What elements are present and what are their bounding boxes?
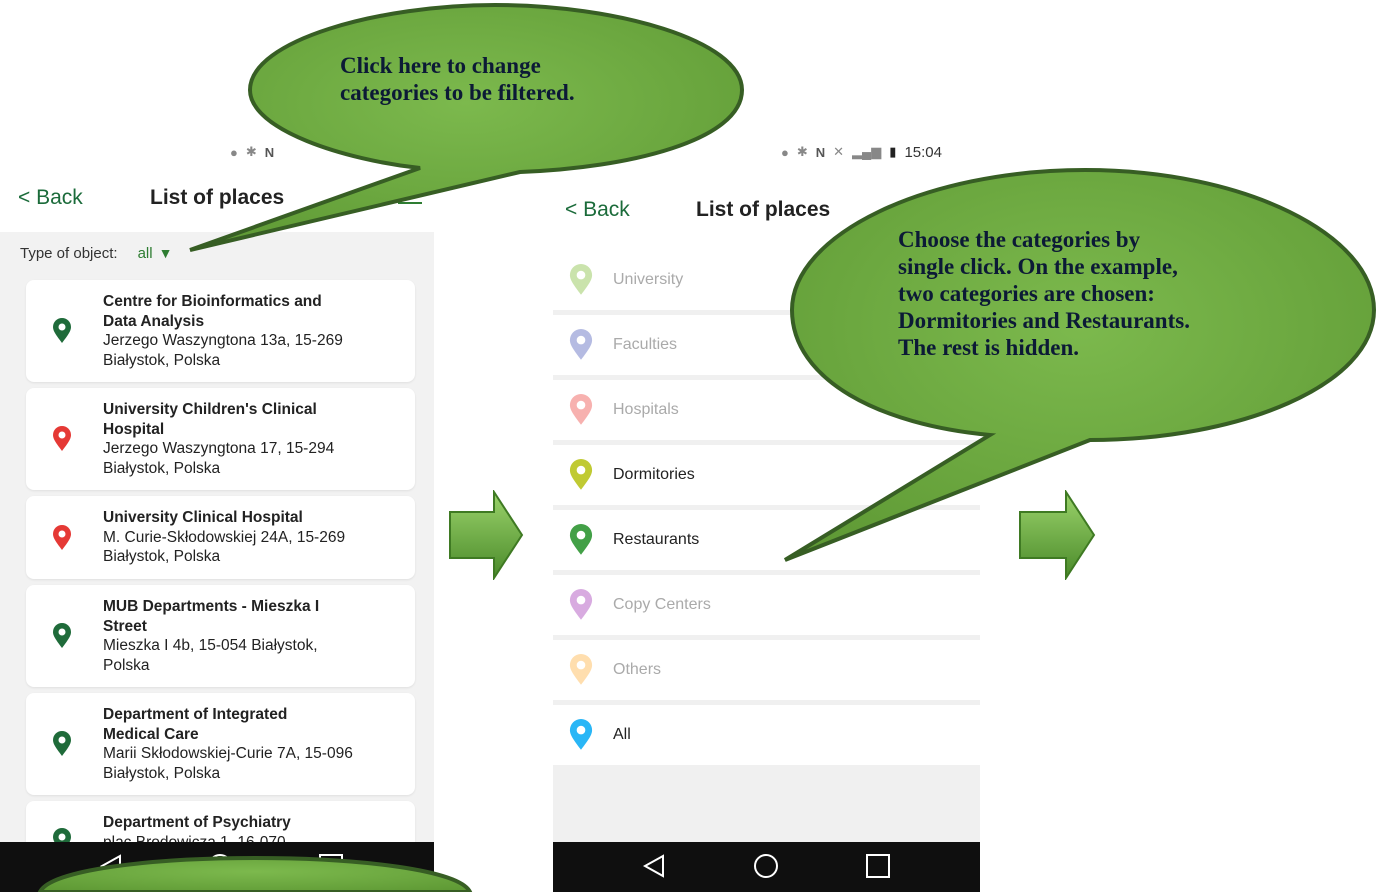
callout-line: Choose the categories by [898,227,1141,252]
callout-top-text: Click here to change categories to be fi… [340,52,575,106]
callout-line: Click here to change [340,53,541,78]
callout-bottom [37,855,473,892]
callout-line: single click. On the example, [898,254,1178,279]
callout-line: Dormitories and Restaurants. [898,308,1190,333]
callout-line: categories to be filtered. [340,80,575,105]
callout-right-text: Choose the categories by single click. O… [898,226,1190,361]
callout-top [189,2,745,252]
callout-line: two categories are chosen: [898,281,1155,306]
callout-shapes [37,2,1377,892]
callout-line: The rest is hidden. [898,335,1080,360]
